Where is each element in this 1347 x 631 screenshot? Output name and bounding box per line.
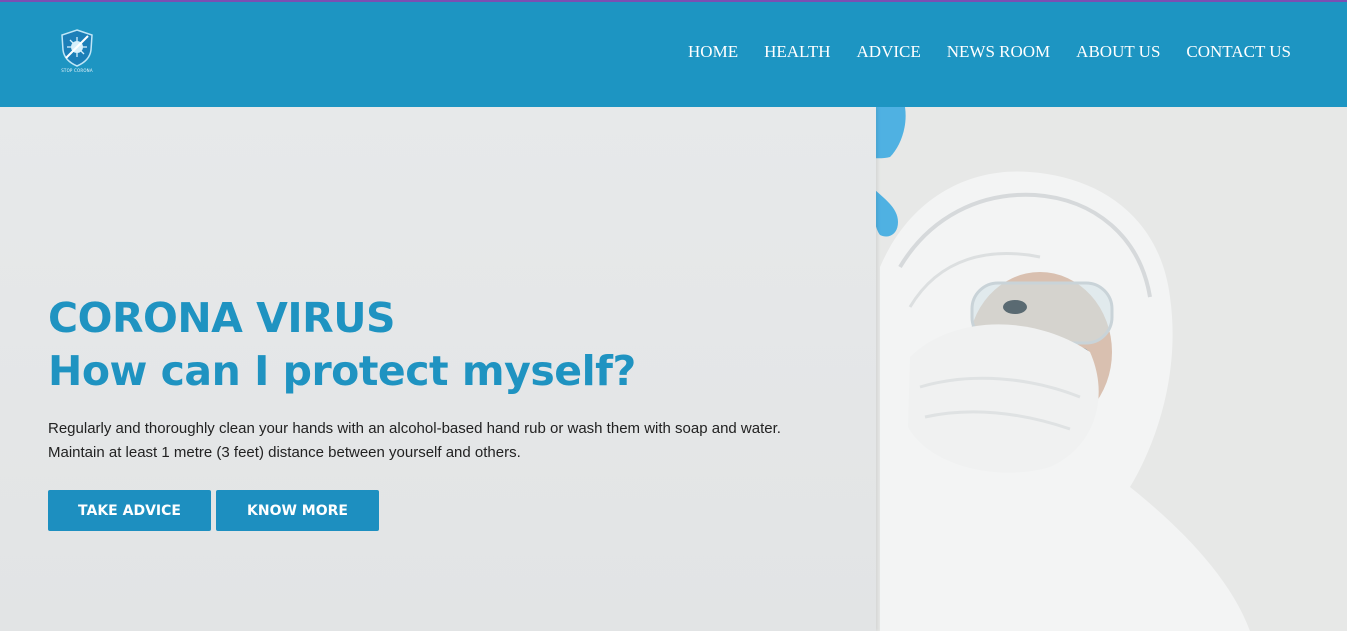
hero-description-line-1: Regularly and thoroughly clean your hand…: [48, 420, 781, 437]
hero-title: CORONA VIRUS: [48, 294, 396, 342]
main-nav: HOME HEALTH ADVICE NEWS ROOM ABOUT US CO…: [662, 42, 1291, 62]
nav-advice[interactable]: ADVICE: [857, 42, 921, 62]
nav-about-us[interactable]: ABOUT US: [1076, 42, 1160, 62]
shield-virus-icon: [61, 29, 93, 67]
nav-home[interactable]: HOME: [688, 42, 738, 62]
nav-contact-us[interactable]: CONTACT US: [1186, 42, 1291, 62]
hero-image-protective-suit: [800, 107, 1347, 631]
site-logo[interactable]: STOP CORONA: [56, 28, 98, 76]
hero-text-block: CORONA VIRUS How can I protect myself? R…: [48, 293, 838, 465]
hero-subtitle: How can I protect myself?: [48, 347, 636, 395]
hero-buttons: TAKE ADVICE KNOW MORE: [48, 490, 379, 531]
nav-news-room[interactable]: NEWS ROOM: [947, 42, 1050, 62]
take-advice-button[interactable]: TAKE ADVICE: [48, 490, 211, 531]
know-more-button[interactable]: KNOW MORE: [216, 490, 379, 531]
hero-description: Regularly and thoroughly clean your hand…: [48, 417, 838, 465]
site-header: STOP CORONA HOME HEALTH ADVICE NEWS ROOM…: [0, 2, 1347, 107]
nav-health[interactable]: HEALTH: [764, 42, 830, 62]
hero-section: CORONA VIRUS How can I protect myself? R…: [0, 107, 1347, 631]
logo-text: STOP CORONA: [61, 68, 93, 73]
hero-description-line-2: Maintain at least 1 metre (3 feet) dista…: [48, 444, 521, 461]
